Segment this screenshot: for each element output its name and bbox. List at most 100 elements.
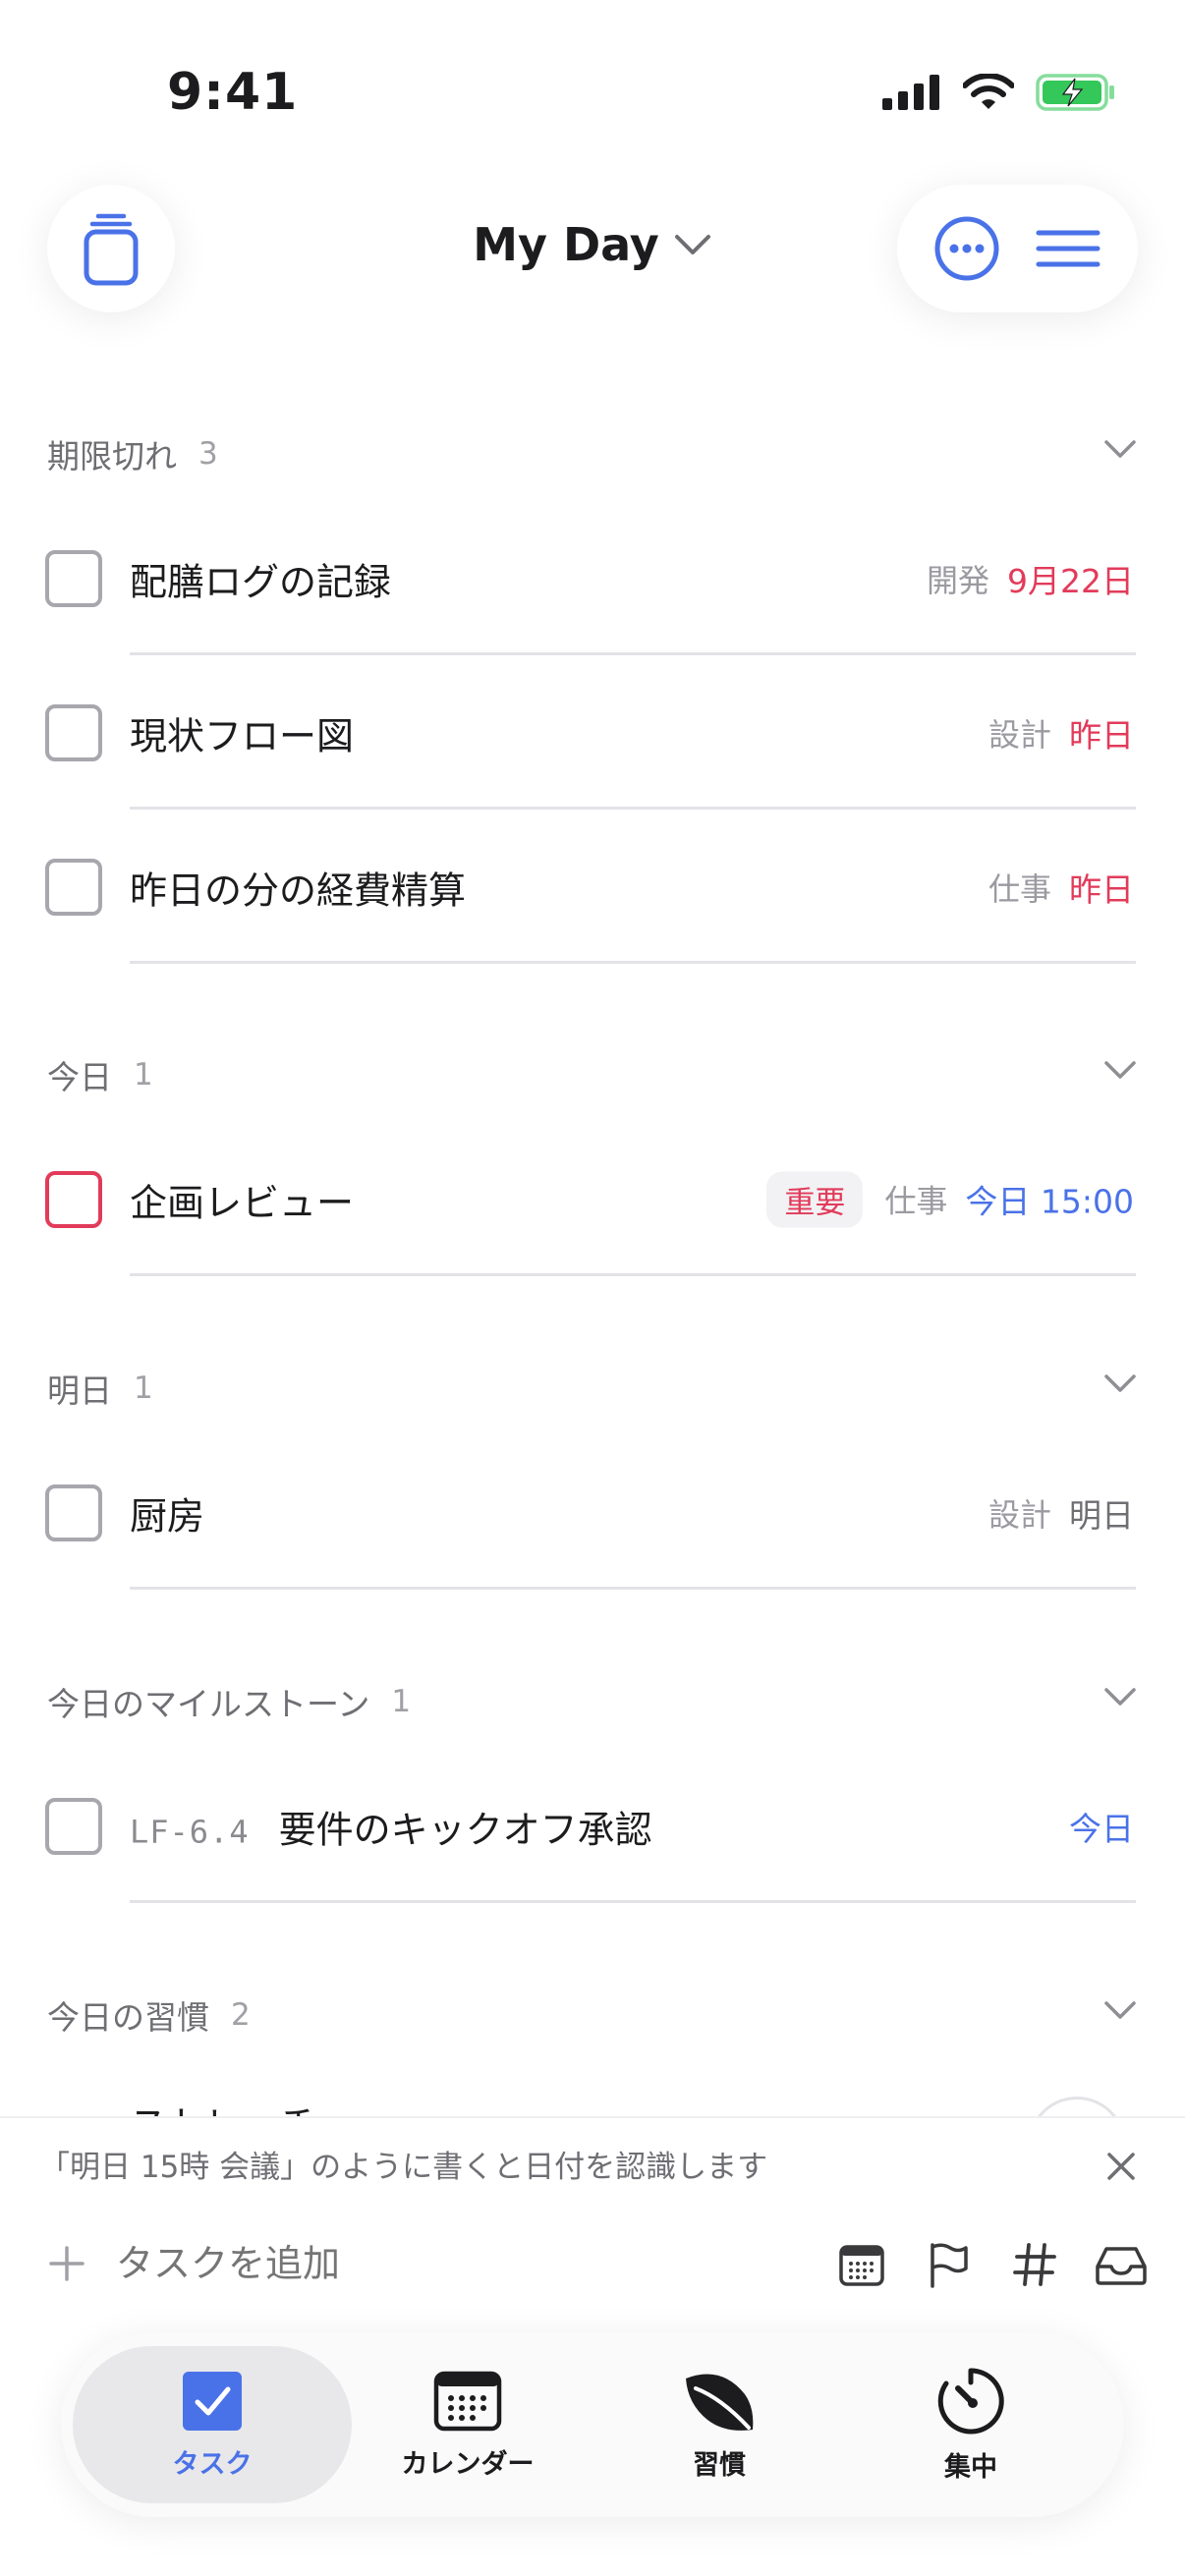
section-count: 2	[231, 1997, 251, 2033]
calendar-icon	[433, 2371, 502, 2431]
task-checkbox[interactable]	[45, 1170, 102, 1228]
tab-habits[interactable]: 習慣	[592, 2346, 847, 2503]
add-task-input[interactable]	[116, 2242, 666, 2285]
task-tag: 仕事	[884, 1182, 948, 1220]
milestone-row[interactable]: LF-6.4 要件のキックオフ承認 今日	[0, 1749, 1185, 1903]
tab-label: タスク	[172, 2448, 253, 2480]
bottom-panel: 「明日 15時 会議」のように書くと日付を認識します タスクを追加 タスク カレ…	[0, 2118, 1185, 2576]
chevron-down-icon[interactable]	[1102, 438, 1138, 460]
task-row[interactable]: 配膳ログの記録 開発 9月22日	[0, 501, 1185, 655]
section-header-today[interactable]: 今日 1	[47, 1045, 1138, 1104]
section-header-milestones[interactable]: 今日のマイルストーン 1	[47, 1672, 1138, 1731]
divider	[130, 1587, 1136, 1590]
tab-tasks[interactable]: タスク	[73, 2346, 352, 2503]
status-time: 9:41	[167, 63, 299, 122]
task-tag: 設計	[988, 1495, 1051, 1534]
task-date: 今日	[1069, 1809, 1134, 1848]
more-options-icon[interactable]	[933, 215, 1000, 282]
task-meta: 設計 明日	[988, 1489, 1134, 1537]
menu-icon[interactable]	[1035, 227, 1101, 270]
section-count: 3	[198, 436, 218, 472]
task-meta: 仕事 昨日	[988, 864, 1134, 911]
hint-text: 「明日 15時 会議」のように書くと日付を認識します	[39, 2150, 768, 2185]
section-title: 期限切れ	[47, 437, 177, 476]
inbox-button[interactable]	[1095, 2238, 1148, 2291]
task-title: 厨房	[130, 1494, 205, 1538]
task-date: 今日 15:00	[965, 1182, 1134, 1221]
tag-button[interactable]	[1008, 2238, 1061, 2291]
close-icon	[1107, 2153, 1135, 2180]
task-tag: 設計	[988, 715, 1051, 754]
milestone-title-group: LF-6.4 要件のキックオフ承認	[130, 1799, 652, 1853]
tab-label: 集中	[944, 2451, 997, 2483]
task-row[interactable]: 企画レビュー 重要 仕事 今日 15:00	[0, 1122, 1185, 1276]
divider	[130, 1900, 1136, 1903]
priority-badge: 重要	[766, 1171, 864, 1227]
task-title: 昨日の分の経費精算	[130, 868, 467, 912]
section-header-overdue[interactable]: 期限切れ 3	[47, 424, 1138, 483]
task-meta: 重要 仕事 今日 15:00	[766, 1171, 1134, 1227]
task-meta: 開発 9月22日	[927, 555, 1134, 602]
add-task-bar	[0, 2224, 1185, 2313]
task-tag: 仕事	[988, 869, 1051, 908]
tab-bar: タスク カレンダー 習慣 集中	[61, 2332, 1124, 2517]
task-meta: 今日	[1069, 1803, 1134, 1850]
milestone-code: LF-6.4	[130, 1813, 250, 1850]
task-row[interactable]: 昨日の分の経費精算 仕事 昨日	[0, 810, 1185, 964]
tab-focus[interactable]: 集中	[843, 2346, 1099, 2503]
tab-calendar[interactable]: カレンダー	[340, 2346, 595, 2503]
tab-label: カレンダー	[401, 2448, 535, 2480]
section-header-habits[interactable]: 今日の習慣 2	[47, 1986, 1138, 2044]
chevron-down-icon[interactable]	[1102, 1999, 1138, 2021]
task-date: 昨日	[1069, 715, 1134, 755]
task-date: 昨日	[1069, 869, 1134, 909]
task-checkbox[interactable]	[45, 703, 102, 761]
inbox-icon	[1096, 2247, 1147, 2285]
page-title: My Day	[473, 218, 659, 271]
chevron-down-icon[interactable]	[1102, 1372, 1138, 1394]
leaf-icon	[686, 2374, 754, 2431]
battery-charging-icon	[1036, 74, 1114, 111]
divider	[130, 961, 1136, 964]
task-date: 明日	[1069, 1495, 1134, 1535]
task-checkbox[interactable]	[45, 858, 102, 916]
plus-icon[interactable]	[47, 2244, 86, 2283]
flag-icon	[931, 2243, 968, 2288]
section-count: 1	[391, 1684, 412, 1719]
add-task-tools	[835, 2238, 1148, 2291]
divider	[130, 1273, 1136, 1276]
hint-close-button[interactable]	[1095, 2140, 1148, 2193]
task-checkbox[interactable]	[45, 1484, 102, 1541]
tab-label: 習慣	[693, 2449, 746, 2481]
section-title: 今日のマイルストーン	[47, 1685, 370, 1723]
cellular-signal-icon	[882, 75, 939, 110]
task-title: 現状フロー図	[130, 714, 355, 757]
task-title: 要件のキックオフ承認	[278, 1808, 652, 1851]
calendar-icon	[839, 2245, 884, 2286]
chevron-down-icon[interactable]	[1102, 1059, 1138, 1081]
priority-button[interactable]	[922, 2238, 975, 2291]
status-bar: 9:41	[0, 0, 1185, 147]
section-count: 1	[134, 1057, 153, 1092]
task-tag: 開発	[926, 561, 989, 599]
hashtag-icon	[1013, 2243, 1056, 2286]
chevron-down-icon	[674, 235, 710, 254]
section-header-tomorrow[interactable]: 明日 1	[47, 1359, 1138, 1418]
date-picker-button[interactable]	[835, 2238, 888, 2291]
status-icons	[882, 73, 1116, 112]
task-row[interactable]: 厨房 設計 明日	[0, 1435, 1185, 1590]
task-checkbox[interactable]	[45, 549, 102, 607]
section-title: 今日	[47, 1058, 112, 1096]
task-title: 企画レビュー	[130, 1181, 355, 1224]
task-title: 配膳ログの記録	[130, 560, 392, 603]
habit-row[interactable]: ストレッチ	[0, 2083, 1185, 2122]
task-date: 9月22日	[1007, 561, 1134, 600]
chevron-down-icon[interactable]	[1102, 1686, 1138, 1708]
task-checkbox[interactable]	[45, 1797, 102, 1855]
section-count: 1	[134, 1371, 153, 1406]
timer-icon	[937, 2367, 1004, 2434]
section-title: 明日	[47, 1372, 112, 1410]
task-meta: 設計 昨日	[988, 709, 1134, 756]
wifi-icon	[963, 74, 1014, 109]
task-row[interactable]: 現状フロー図 設計 昨日	[0, 655, 1185, 810]
